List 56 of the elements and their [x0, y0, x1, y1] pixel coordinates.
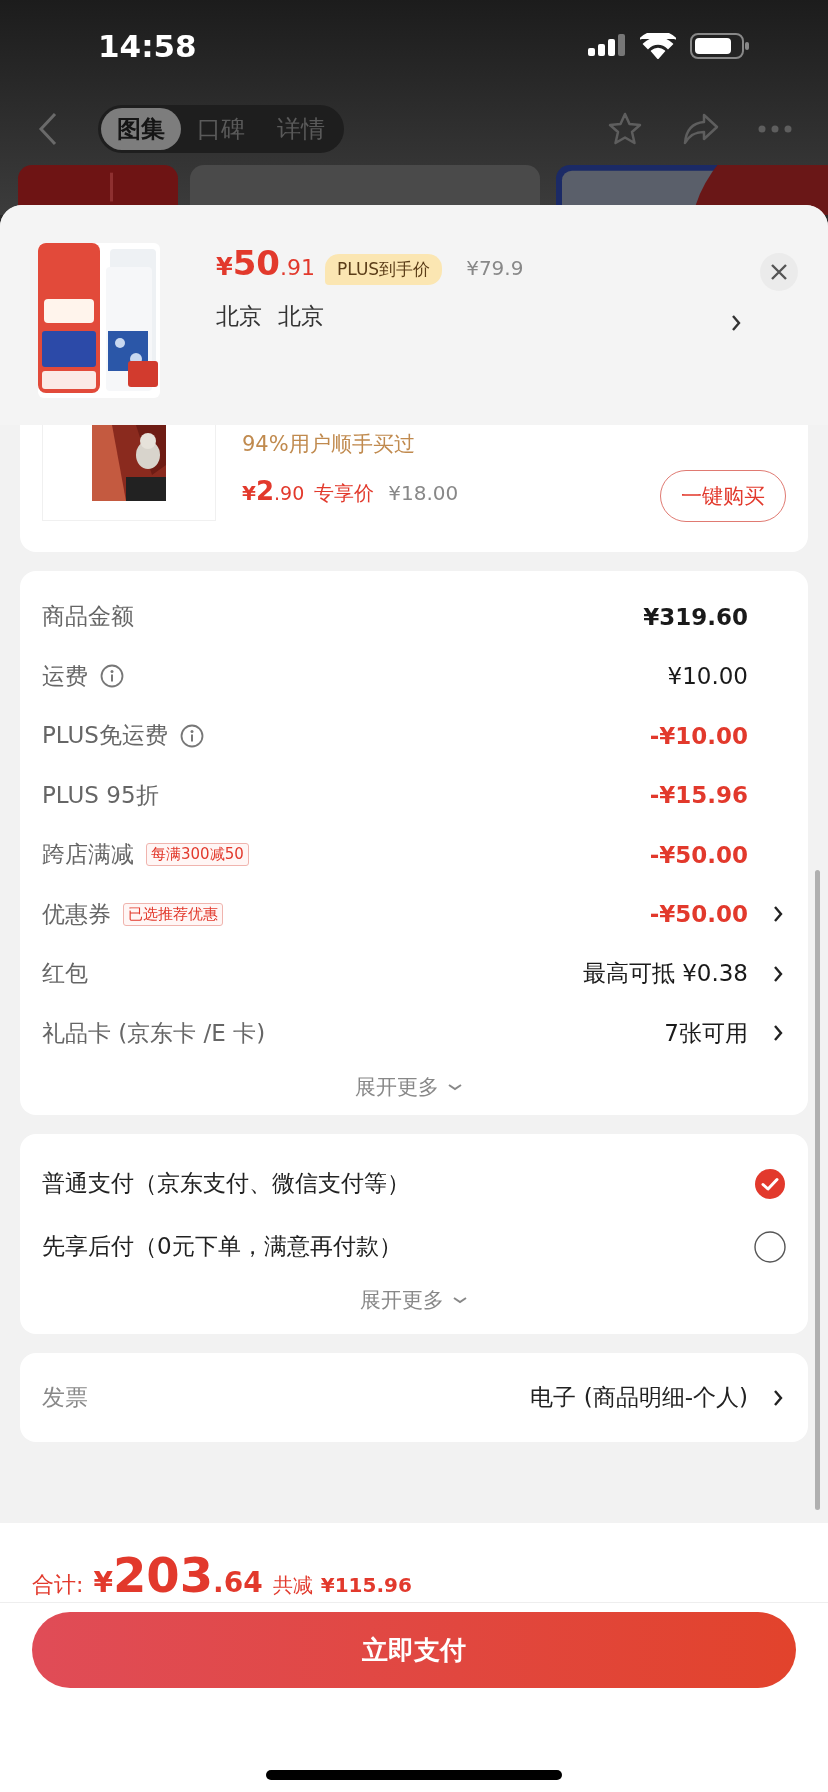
- fee-label: 运费: [42, 661, 88, 691]
- fee-value: -¥50.00: [649, 841, 748, 868]
- promo-tag: 已选推荐优惠: [123, 902, 223, 926]
- nav-tab[interactable]: 口碑: [181, 107, 261, 150]
- info-icon[interactable]: [100, 664, 124, 689]
- original-price: ¥79.9: [466, 256, 524, 280]
- fee-value: ¥319.60: [643, 603, 748, 630]
- invoice-value: 电子 (商品明细-个人): [530, 1383, 748, 1412]
- back-icon[interactable]: [38, 111, 58, 146]
- saved-label: 共减: [272, 1572, 313, 1599]
- promo-tag: 每满300减50: [146, 843, 249, 867]
- total-label: 合计:: [32, 1571, 84, 1599]
- fee-value: ¥10.00: [667, 663, 748, 690]
- fee-label: 礼品卡 (京东卡 /E 卡): [42, 1018, 266, 1048]
- caret-down-icon: [452, 1295, 468, 1305]
- star-icon[interactable]: [606, 110, 644, 147]
- close-button[interactable]: [760, 253, 798, 291]
- nav-tab[interactable]: 详情: [261, 107, 341, 150]
- nav-tab[interactable]: 图集: [101, 107, 181, 150]
- address-text: 北京: [216, 302, 262, 331]
- wifi-icon: [640, 33, 676, 60]
- signal-icon: [588, 34, 626, 59]
- fee-label: 跨店满减: [42, 840, 134, 870]
- total-price: ¥203.64: [93, 1547, 263, 1603]
- upsell-price: ¥2.90: [242, 476, 305, 506]
- caret-down-icon: [447, 1082, 463, 1092]
- address-text: 北京: [278, 302, 324, 331]
- fee-label: 优惠券: [42, 899, 111, 929]
- battery-icon: [690, 32, 750, 61]
- expand-more-button[interactable]: 展开更多: [355, 1073, 463, 1101]
- radio-empty-icon[interactable]: [754, 1230, 786, 1263]
- fee-label: PLUS 95折: [42, 780, 159, 810]
- exclusive-price-label: 专享价: [314, 480, 375, 507]
- fee-value: 最高可抵 ¥0.38: [582, 959, 748, 989]
- fee-label: PLUS免运费: [42, 721, 168, 751]
- fee-label: 商品金额: [42, 602, 134, 632]
- fee-label: 红包: [42, 959, 88, 989]
- original-price: ¥18.00: [388, 481, 459, 505]
- chevron-right-icon[interactable]: [730, 313, 742, 333]
- close-icon: [770, 263, 788, 281]
- payment-option-label: 先享后付（0元下单，满意再付款）: [42, 1232, 402, 1261]
- fee-value: -¥10.00: [649, 722, 748, 749]
- info-icon[interactable]: [180, 723, 204, 748]
- expand-more-button[interactable]: 展开更多: [360, 1286, 468, 1314]
- invoice-label: 发票: [42, 1383, 89, 1412]
- radio-checked-icon[interactable]: [754, 1167, 786, 1200]
- fee-value: 7张可用: [664, 1018, 748, 1048]
- status-time: 14:58: [98, 28, 197, 65]
- fee-value: -¥15.96: [649, 782, 748, 809]
- upsell-note: 94%用户顺手买过: [242, 431, 416, 458]
- product-price: ¥50.91: [216, 243, 316, 283]
- payment-option-label: 普通支付（京东支付、微信支付等）: [42, 1169, 410, 1198]
- fee-value: -¥50.00: [649, 901, 748, 928]
- plus-price-badge: PLUS到手价: [325, 254, 443, 285]
- saved-amount: ¥115.96: [320, 1573, 412, 1597]
- pay-now-button[interactable]: 立即支付: [32, 1612, 796, 1688]
